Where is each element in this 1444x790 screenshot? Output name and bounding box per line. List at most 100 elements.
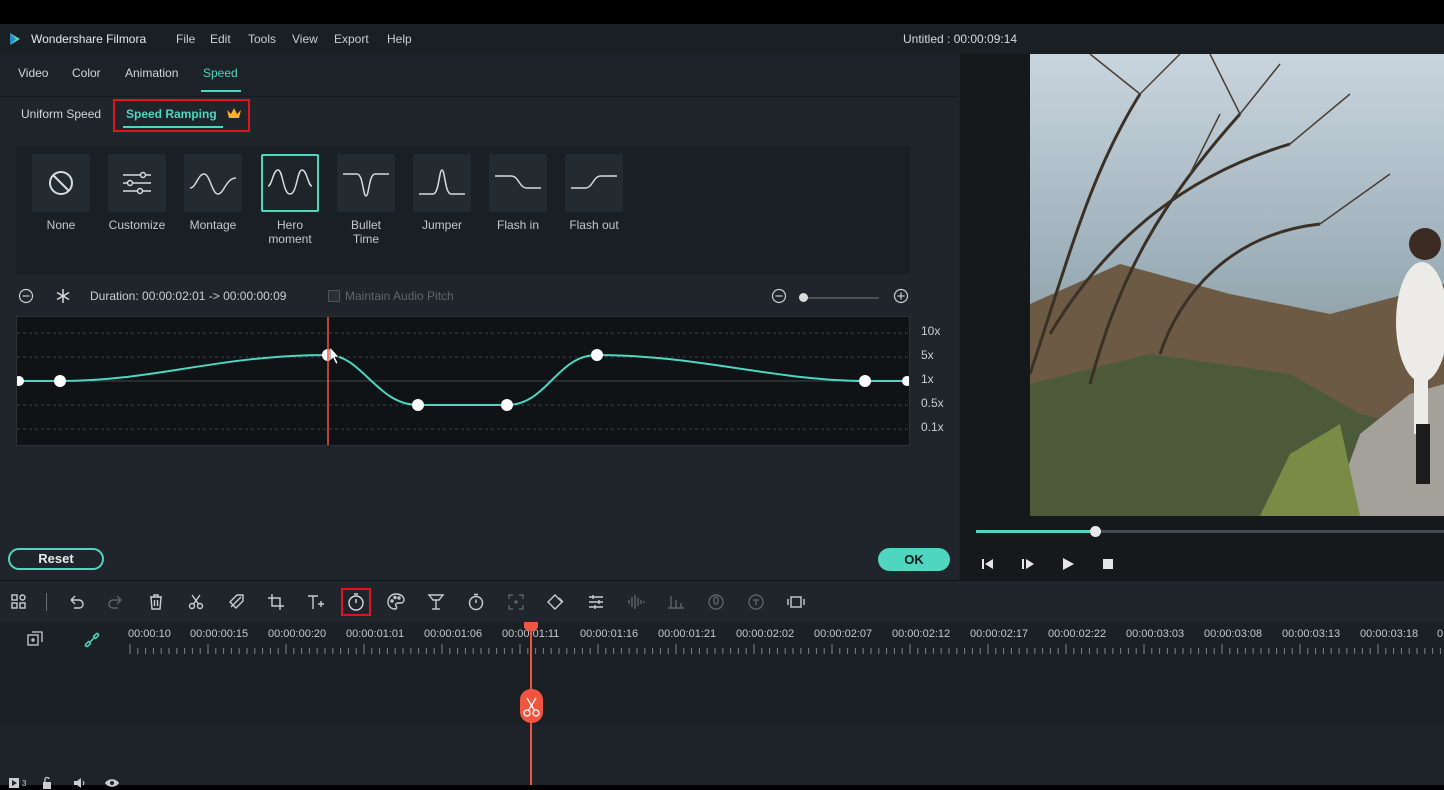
speed-level-label: 5x bbox=[921, 348, 934, 362]
reset-button[interactable]: Reset bbox=[8, 548, 104, 570]
delete-icon[interactable] bbox=[146, 592, 166, 612]
no-entry-icon bbox=[49, 171, 73, 195]
play-frame-icon[interactable] bbox=[1020, 556, 1036, 572]
remove-keyframe-icon[interactable] bbox=[18, 288, 34, 304]
preset-flash-in[interactable] bbox=[489, 154, 547, 212]
speed-panel: Video Color Animation Speed Uniform Spee… bbox=[0, 54, 958, 606]
flash-in-curve-icon bbox=[495, 175, 541, 189]
speed-keyframe[interactable] bbox=[14, 376, 24, 386]
link-icon[interactable] bbox=[82, 630, 100, 648]
track-number: 3 bbox=[22, 779, 27, 788]
keyframe-icon[interactable] bbox=[546, 592, 566, 612]
add-text-icon[interactable] bbox=[306, 592, 326, 612]
timeline-toolbar bbox=[0, 580, 1444, 623]
bullet-time-curve-icon bbox=[343, 173, 389, 197]
track-controls-row: 3 bbox=[0, 724, 1444, 789]
speech-to-text-icon[interactable] bbox=[746, 592, 766, 612]
lock-icon[interactable] bbox=[40, 776, 56, 790]
zoom-slider-handle[interactable] bbox=[799, 293, 808, 302]
ruler-timecode: 00:00:01:16 bbox=[580, 628, 639, 640]
fit-frame-icon[interactable] bbox=[506, 592, 526, 612]
preset-montage[interactable] bbox=[184, 154, 242, 212]
active-tab-indicator bbox=[201, 90, 241, 92]
preset-bullet-time[interactable] bbox=[337, 154, 395, 212]
progress-fill bbox=[976, 530, 1094, 533]
ruler-timecode: 00:00:03:13 bbox=[1282, 628, 1341, 640]
audio-waveform-icon[interactable] bbox=[626, 592, 646, 612]
crown-icon bbox=[227, 108, 241, 118]
speed-icon[interactable] bbox=[346, 592, 366, 612]
ruler-timecode: 00:00:02:12 bbox=[892, 628, 951, 640]
ruler-timecode: 00:00:01:06 bbox=[424, 628, 483, 640]
eye-icon[interactable] bbox=[104, 776, 120, 790]
duration-row: Duration: 00:00:02:01 -> 00:00:00:09 Mai… bbox=[0, 286, 958, 306]
jumper-curve-icon bbox=[419, 169, 465, 195]
zoom-in-icon[interactable] bbox=[893, 288, 909, 304]
cut-icon[interactable] bbox=[186, 592, 206, 612]
speed-keyframe[interactable] bbox=[54, 375, 66, 387]
zoom-slider[interactable] bbox=[802, 297, 879, 299]
ruler-timecode: 00:00:00:15 bbox=[190, 628, 249, 640]
adjust-icon[interactable] bbox=[586, 592, 606, 612]
layout-icon[interactable] bbox=[9, 592, 29, 612]
progress-handle[interactable] bbox=[1090, 526, 1101, 537]
crop-icon[interactable] bbox=[266, 592, 286, 612]
zoom-out-icon[interactable] bbox=[771, 288, 787, 304]
ruler-timecode: 00:00:00:20 bbox=[268, 628, 327, 640]
preset-none[interactable] bbox=[32, 154, 90, 212]
play-icon[interactable] bbox=[1060, 556, 1076, 572]
video-track-area[interactable] bbox=[0, 656, 1444, 724]
property-tabs: Video Color Animation Speed bbox=[0, 54, 958, 97]
subtab-speed-ramping[interactable]: Speed Ramping bbox=[126, 107, 217, 121]
stop-icon[interactable] bbox=[1100, 556, 1116, 572]
maintain-pitch-checkbox[interactable] bbox=[328, 290, 340, 302]
ruler-timecode: 00:00:02:22 bbox=[1048, 628, 1107, 640]
speed-curve-editor[interactable] bbox=[14, 316, 912, 446]
render-preview-icon[interactable] bbox=[786, 592, 806, 612]
add-track-icon[interactable] bbox=[26, 630, 44, 648]
ruler-timecode: 00:00:10 bbox=[128, 628, 171, 640]
maintain-pitch-label: Maintain Audio Pitch bbox=[345, 289, 454, 303]
ok-button[interactable]: OK bbox=[878, 548, 950, 571]
preset-flash-out[interactable] bbox=[565, 154, 623, 212]
subtab-uniform-speed[interactable]: Uniform Speed bbox=[21, 107, 101, 121]
redo-icon[interactable] bbox=[106, 592, 126, 612]
audio-mixer-icon[interactable] bbox=[666, 592, 686, 612]
menu-tools[interactable]: Tools bbox=[248, 32, 276, 46]
ruler-ticks bbox=[129, 644, 1441, 654]
flash-out-curve-icon bbox=[571, 175, 617, 189]
preset-jumper[interactable] bbox=[413, 154, 471, 212]
timeline-ruler[interactable]: 00:00:10 00:00:00:15 00:00:00:20 00:00:0… bbox=[0, 622, 1444, 656]
menu-export[interactable]: Export bbox=[334, 32, 369, 46]
menu-help[interactable]: Help bbox=[387, 32, 412, 46]
tab-animation[interactable]: Animation bbox=[125, 66, 178, 80]
undo-icon[interactable] bbox=[66, 592, 86, 612]
speed-keyframe[interactable] bbox=[412, 399, 424, 411]
tab-speed[interactable]: Speed bbox=[203, 66, 238, 80]
duration-timer-icon[interactable] bbox=[466, 592, 486, 612]
tab-color[interactable]: Color bbox=[72, 66, 101, 80]
speaker-icon[interactable] bbox=[72, 776, 88, 790]
subtab-indicator bbox=[123, 126, 223, 128]
speed-keyframe[interactable] bbox=[859, 375, 871, 387]
split-marker[interactable] bbox=[520, 689, 543, 723]
tag-icon[interactable] bbox=[226, 592, 246, 612]
menu-file[interactable]: File bbox=[176, 32, 195, 46]
stabilize-icon[interactable] bbox=[426, 592, 446, 612]
filmora-window: Wondershare Filmora File Edit Tools View… bbox=[0, 24, 1444, 789]
voice-record-icon[interactable] bbox=[706, 592, 726, 612]
speed-keyframe[interactable] bbox=[501, 399, 513, 411]
preset-customize[interactable] bbox=[108, 154, 166, 212]
speed-level-label: 0.5x bbox=[921, 396, 944, 410]
speed-keyframe[interactable] bbox=[902, 376, 912, 386]
speed-keyframe[interactable] bbox=[591, 349, 603, 361]
menu-view[interactable]: View bbox=[292, 32, 318, 46]
color-palette-icon[interactable] bbox=[386, 592, 406, 612]
tab-video[interactable]: Video bbox=[18, 66, 48, 80]
freeze-frame-icon[interactable] bbox=[54, 287, 72, 305]
scissors-icon bbox=[523, 697, 540, 717]
preset-hero-moment[interactable] bbox=[261, 154, 319, 212]
previous-frame-icon[interactable] bbox=[980, 556, 996, 572]
playback-progress-bar[interactable] bbox=[976, 530, 1444, 533]
menu-edit[interactable]: Edit bbox=[210, 32, 231, 46]
